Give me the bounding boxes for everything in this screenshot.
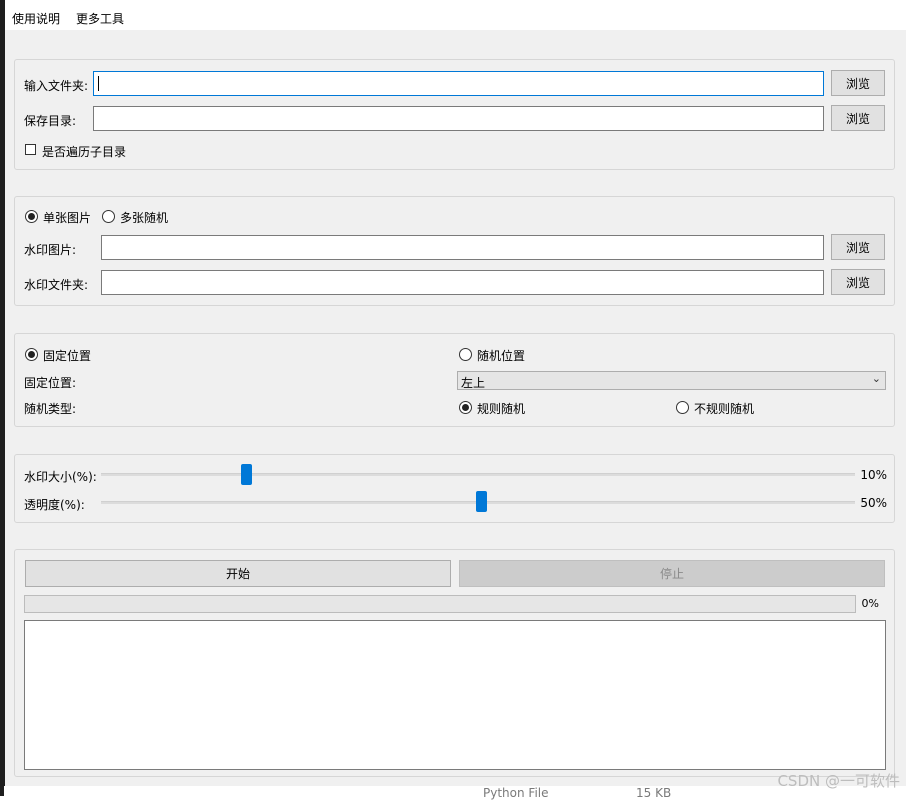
csdn-watermark: CSDN @一可软件 bbox=[777, 772, 900, 790]
background-file-type: Python File bbox=[483, 786, 549, 800]
stop-button[interactable]: 停止 bbox=[459, 560, 885, 587]
watermark-image-field[interactable] bbox=[101, 235, 824, 260]
position-group: 固定位置 随机位置 固定位置: 左上 ⌄ 随机类型: 规则随机 不规则随机 bbox=[14, 333, 895, 427]
watermark-folder-label: 水印文件夹: bbox=[24, 278, 89, 292]
run-group: 开始 停止 0% bbox=[14, 549, 895, 777]
save-dir-label: 保存目录: bbox=[24, 114, 77, 128]
slider-group: 水印大小(%): 10% 透明度(%): 50% bbox=[14, 454, 895, 523]
watermark-image-label: 水印图片: bbox=[24, 243, 77, 257]
random-type-label: 随机类型: bbox=[24, 402, 77, 416]
size-slider-thumb[interactable] bbox=[241, 464, 252, 485]
multi-random-label: 多张随机 bbox=[120, 211, 169, 225]
watermark-folder-field[interactable] bbox=[101, 270, 824, 295]
multi-random-radio[interactable] bbox=[102, 210, 115, 223]
random-position-option-label: 随机位置 bbox=[477, 349, 526, 363]
single-image-label: 单张图片 bbox=[43, 211, 92, 225]
size-value-text: 10% bbox=[860, 468, 887, 482]
fixed-position-radio[interactable] bbox=[25, 348, 38, 361]
log-output[interactable] bbox=[24, 620, 886, 770]
watermark-source-group: 单张图片 多张随机 水印图片: 浏览 水印文件夹: 浏览 bbox=[14, 196, 895, 306]
single-image-radio[interactable] bbox=[25, 210, 38, 223]
opacity-slider-label: 透明度(%): bbox=[24, 498, 85, 512]
fixed-position-label: 固定位置: bbox=[24, 376, 77, 390]
watermark-image-browse-button[interactable]: 浏览 bbox=[831, 234, 885, 260]
io-group: 输入文件夹: 浏览 保存目录: 浏览 是否遍历子目录 bbox=[14, 59, 895, 170]
input-folder-browse-button[interactable]: 浏览 bbox=[831, 70, 885, 96]
recursive-checkbox[interactable] bbox=[25, 144, 36, 155]
regular-random-label: 规则随机 bbox=[477, 402, 526, 416]
opacity-value-text: 50% bbox=[860, 496, 887, 510]
app-window: 使用说明 更多工具 输入文件夹: 浏览 保存目录: 浏览 是否遍历子目录 单张图… bbox=[4, 0, 906, 786]
input-folder-field[interactable] bbox=[93, 71, 824, 96]
menu-more-tools[interactable]: 更多工具 bbox=[76, 10, 124, 27]
size-slider-label: 水印大小(%): bbox=[24, 470, 97, 484]
recursive-label: 是否遍历子目录 bbox=[42, 145, 127, 159]
regular-random-radio[interactable] bbox=[459, 401, 472, 414]
fixed-position-option-label: 固定位置 bbox=[43, 349, 92, 363]
input-folder-label: 输入文件夹: bbox=[24, 79, 89, 93]
chevron-down-icon: ⌄ bbox=[871, 372, 881, 385]
progress-text: 0% bbox=[861, 597, 879, 610]
save-dir-field[interactable] bbox=[93, 106, 824, 131]
menu-bar: 使用说明 更多工具 bbox=[5, 0, 906, 31]
save-dir-browse-button[interactable]: 浏览 bbox=[831, 105, 885, 131]
irregular-random-label: 不规则随机 bbox=[694, 402, 755, 416]
text-caret bbox=[98, 76, 99, 91]
background-file-size: 15 KB bbox=[636, 786, 672, 800]
start-button[interactable]: 开始 bbox=[25, 560, 451, 587]
irregular-random-radio[interactable] bbox=[676, 401, 689, 414]
size-slider-track[interactable] bbox=[101, 473, 855, 476]
menu-help[interactable]: 使用说明 bbox=[12, 10, 60, 27]
watermark-folder-browse-button[interactable]: 浏览 bbox=[831, 269, 885, 295]
random-position-radio[interactable] bbox=[459, 348, 472, 361]
fixed-position-select-value: 左上 bbox=[461, 376, 486, 390]
progress-bar bbox=[24, 595, 856, 613]
fixed-position-select[interactable]: 左上 ⌄ bbox=[457, 371, 886, 390]
opacity-slider-thumb[interactable] bbox=[476, 491, 487, 512]
